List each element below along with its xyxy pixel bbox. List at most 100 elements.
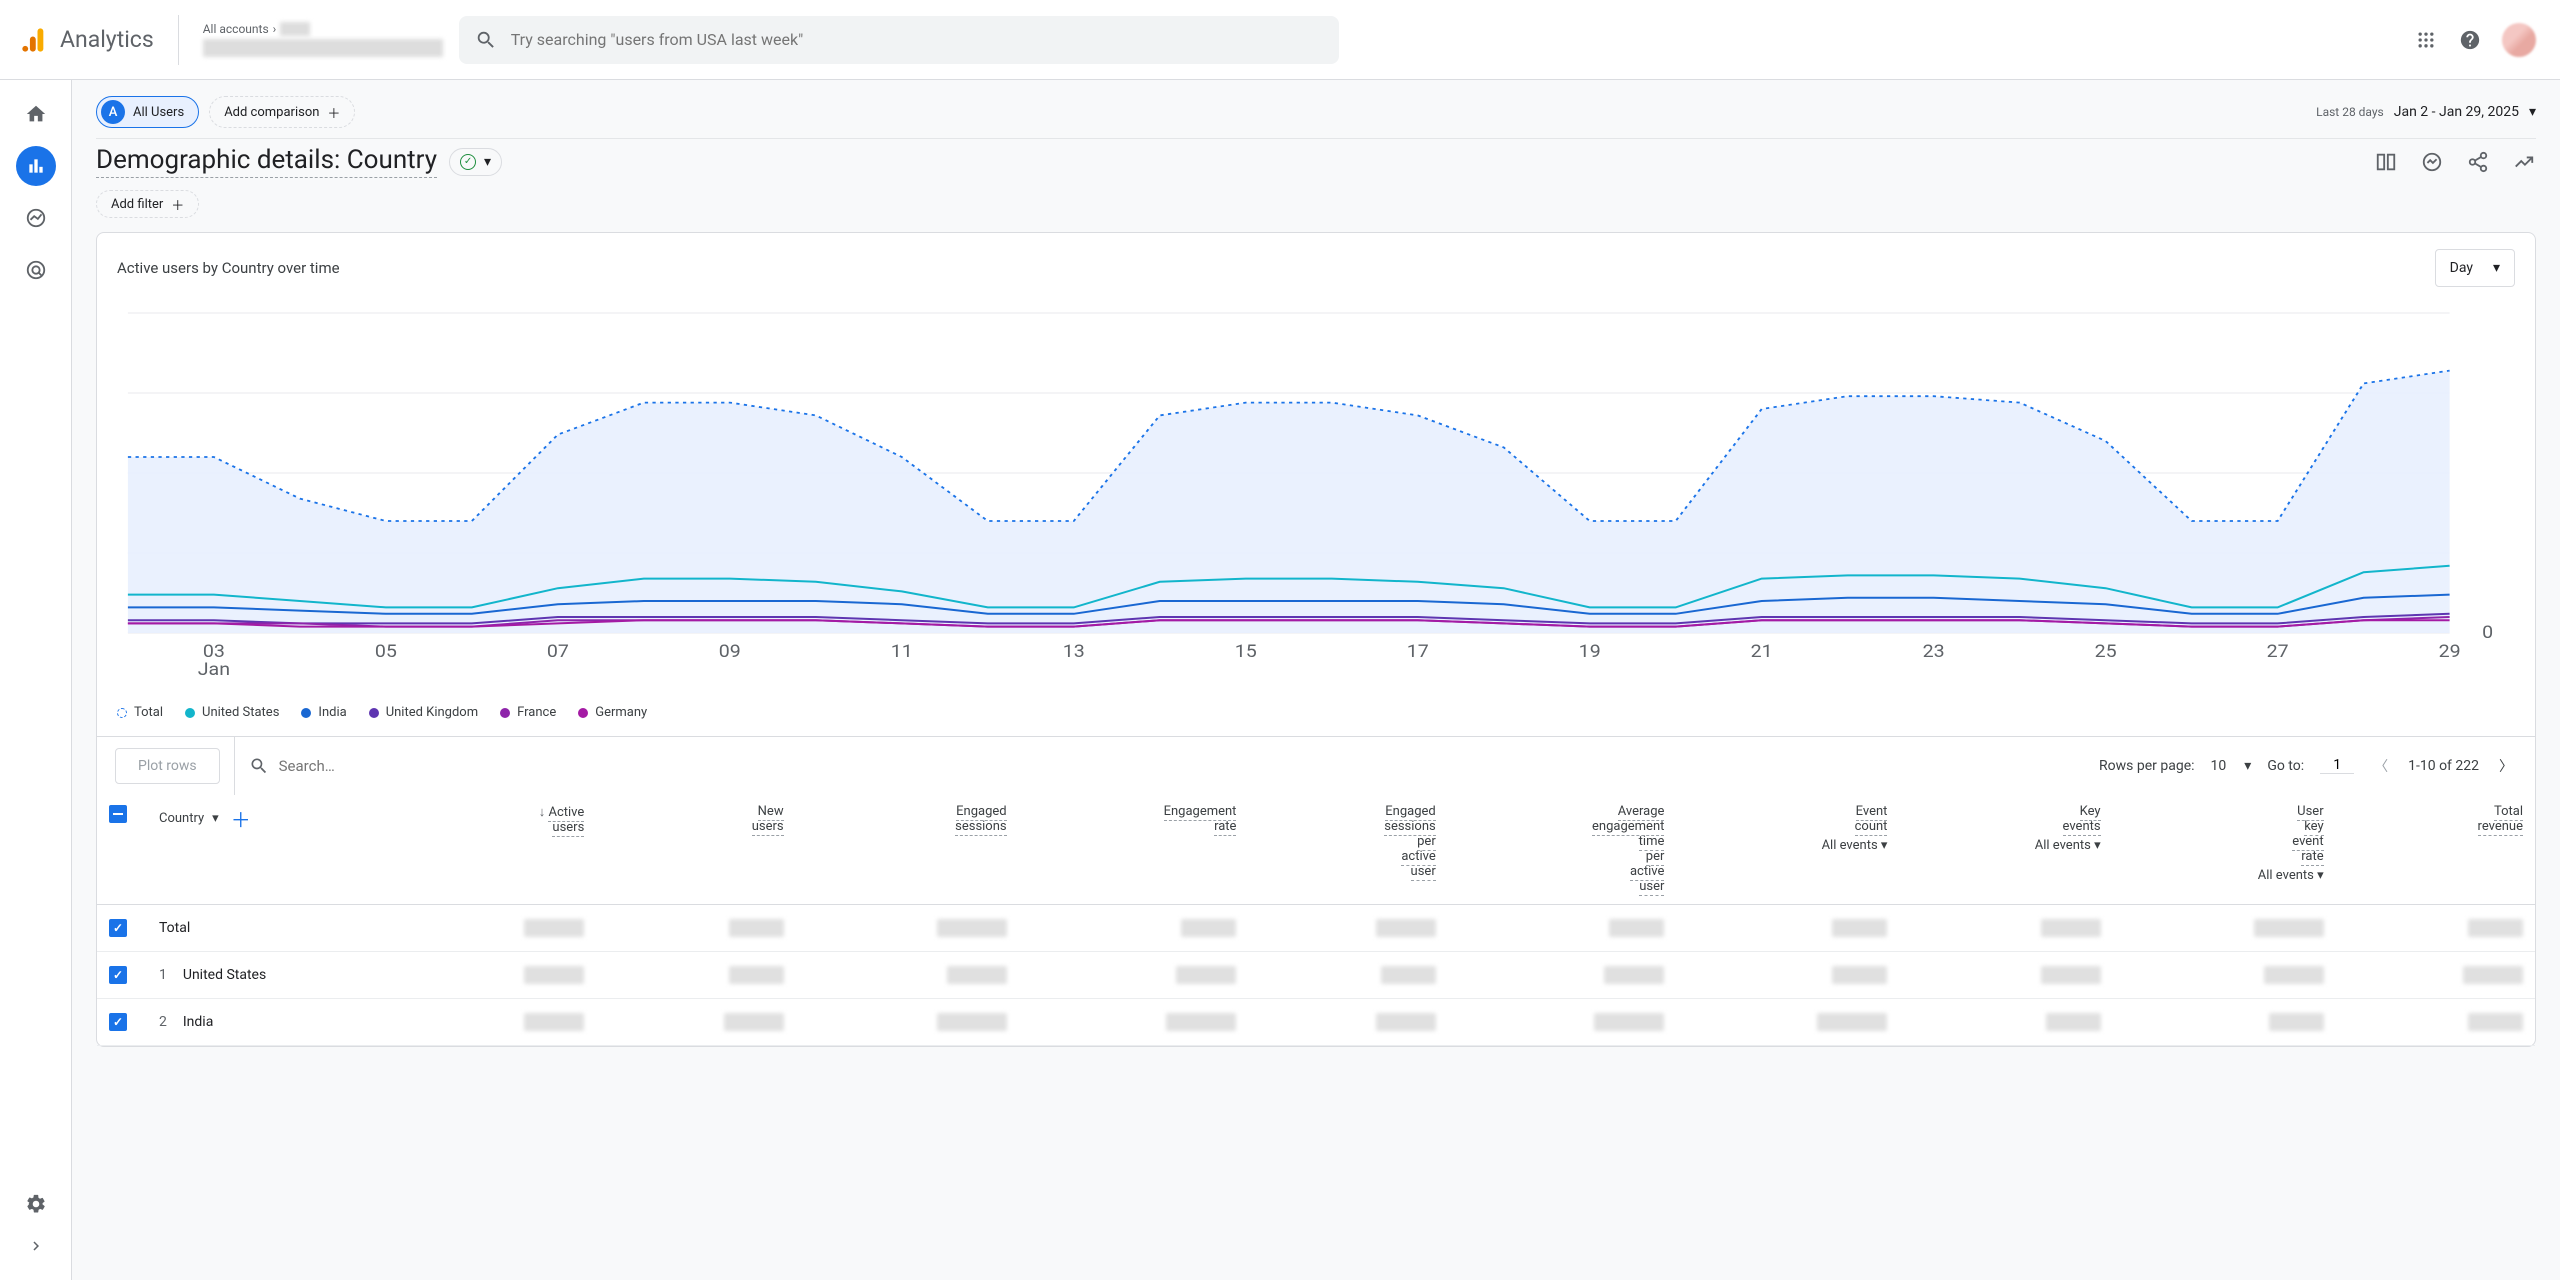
row-checkbox[interactable]	[109, 966, 127, 984]
column-header[interactable]: ↓ Activeusers	[397, 794, 596, 905]
metric-cell: xxxx	[596, 999, 795, 1046]
select-all-checkbox[interactable]	[109, 805, 127, 823]
table-search-input[interactable]	[279, 757, 2085, 775]
legend-item[interactable]: Germany	[578, 705, 647, 720]
metric-cell: xxxx	[2113, 999, 2336, 1046]
nav-expand[interactable]	[22, 1232, 50, 1260]
customize-report-icon[interactable]	[2374, 150, 2398, 174]
redacted-value: xxxx	[2041, 966, 2101, 984]
metric-filter[interactable]: All events ▾	[2035, 838, 2101, 853]
insights-icon[interactable]	[2420, 150, 2444, 174]
legend-item[interactable]: United Kingdom	[369, 705, 478, 720]
metric-cell: xxxx	[1899, 905, 2112, 952]
redacted-value: xxxx	[1609, 919, 1664, 937]
row-checkbox[interactable]	[109, 919, 127, 937]
line-chart[interactable]: 03Jan050709111315171921232527290	[117, 303, 2515, 683]
svg-text:05: 05	[375, 641, 397, 662]
granularity-select[interactable]: Day ▾	[2435, 249, 2515, 287]
svg-text:13: 13	[1063, 641, 1085, 662]
dimension-cell: 1United States	[147, 952, 397, 999]
metric-cell: xxxx	[596, 952, 795, 999]
column-header[interactable]: Averageengagementtimeperactiveuser	[1448, 794, 1677, 905]
nav-reports[interactable]	[16, 146, 56, 186]
column-header[interactable]: Totalrevenue	[2336, 794, 2535, 905]
search-icon	[475, 29, 497, 51]
column-header[interactable]: Engagementrate	[1019, 794, 1249, 905]
next-page-button[interactable]: 〉	[2495, 752, 2517, 780]
legend-item[interactable]: India	[301, 705, 346, 720]
column-header[interactable]: Engagedsessions	[796, 794, 1019, 905]
verify-chip[interactable]: ✓ ▾	[449, 148, 502, 176]
add-dimension-button[interactable]: ＋	[231, 804, 251, 833]
redacted-value: xxxx	[2269, 1013, 2324, 1031]
metric-filter[interactable]: All events ▾	[1822, 838, 1888, 853]
row-checkbox[interactable]	[109, 1013, 127, 1031]
property-redacted: xxxxxxxxxxxxxxxxxxx	[203, 39, 443, 57]
chevron-down-icon: ▾	[2244, 758, 2251, 774]
redacted-value: xxxx	[524, 1013, 584, 1031]
column-header[interactable]: Engagedsessionsperactiveuser	[1248, 794, 1447, 905]
share-icon[interactable]	[2466, 150, 2490, 174]
svg-text:07: 07	[547, 641, 569, 662]
table-row: 1United Statesxxxxxxxxxxxxxxxxxxxxxxxxxx…	[97, 952, 2535, 999]
analytics-logo-icon	[20, 26, 48, 54]
filter-row: Add filter ＋	[96, 190, 2536, 232]
nav-admin[interactable]	[16, 1184, 56, 1224]
metric-cell: xxxx	[796, 905, 1019, 952]
column-header[interactable]: EventcountAll events ▾	[1676, 794, 1899, 905]
plus-icon: ＋	[327, 103, 340, 122]
help-icon[interactable]	[2458, 28, 2482, 52]
plot-rows-button[interactable]: Plot rows	[115, 748, 220, 784]
search-box[interactable]	[459, 16, 1339, 64]
redacted-value: xxxx	[2463, 966, 2523, 984]
legend-item[interactable]: France	[500, 705, 556, 720]
legend-dot	[185, 708, 195, 718]
chevron-down-icon: ▾	[2529, 104, 2536, 120]
left-nav	[0, 80, 72, 1280]
legend-item[interactable]: Total	[117, 705, 163, 720]
rows-per-page-select[interactable]: 10▾	[2211, 758, 2252, 774]
search-input[interactable]	[511, 30, 1323, 49]
column-header[interactable]: KeyeventsAll events ▾	[1899, 794, 2112, 905]
add-comparison-button[interactable]: Add comparison ＋	[209, 96, 355, 128]
table-search[interactable]	[249, 756, 2085, 776]
user-avatar[interactable]	[2502, 23, 2536, 57]
trend-icon[interactable]	[2512, 150, 2536, 174]
legend-dot	[500, 708, 510, 718]
dimension-cell: Total	[147, 905, 397, 952]
prev-page-button[interactable]: 〈	[2370, 752, 2392, 780]
nav-explore[interactable]	[16, 198, 56, 238]
column-header[interactable]: Newusers	[596, 794, 795, 905]
svg-text:17: 17	[1407, 641, 1429, 662]
nav-advertising[interactable]	[16, 250, 56, 290]
redacted-value: xxxx	[1181, 919, 1236, 937]
breadcrumb-root: All accounts	[203, 22, 269, 36]
logo-block: Analytics	[12, 26, 154, 54]
metric-cell: xxxx	[1899, 952, 2112, 999]
metric-cell: xxxx	[1448, 999, 1677, 1046]
top-bar: Analytics All accounts › xxxxx xxxxxxxxx…	[0, 0, 2560, 80]
add-filter-button[interactable]: Add filter ＋	[96, 190, 199, 218]
pager: Rows per page: 10▾ Go to: 〈 1-10 of 222 …	[2099, 752, 2517, 780]
svg-text:29: 29	[2439, 641, 2461, 662]
date-range-picker[interactable]: Last 28 days Jan 2 - Jan 29, 2025 ▾	[2316, 104, 2536, 120]
page-title[interactable]: Demographic details: Country	[96, 145, 437, 178]
nav-home[interactable]	[16, 94, 56, 134]
legend-item[interactable]: United States	[185, 705, 279, 720]
metric-cell: xxxx	[397, 905, 596, 952]
check-icon: ✓	[460, 154, 476, 170]
goto-input[interactable]	[2320, 757, 2354, 774]
dimension-select[interactable]: Country ▾	[159, 811, 219, 826]
svg-text:19: 19	[1579, 641, 1601, 662]
metric-cell: xxxx	[1899, 999, 2112, 1046]
account-picker[interactable]: All accounts › xxxxx xxxxxxxxxxxxxxxxxxx	[203, 22, 443, 57]
apps-icon[interactable]	[2414, 28, 2438, 52]
svg-text:0: 0	[2482, 622, 2493, 643]
metric-cell: xxxx	[1676, 905, 1899, 952]
column-header[interactable]: UserkeyeventrateAll events ▾	[2113, 794, 2336, 905]
metric-filter[interactable]: All events ▾	[2258, 868, 2324, 883]
redacted-value: xxxx	[2468, 1013, 2523, 1031]
metric-cell: xxxx	[397, 952, 596, 999]
segment-all-users[interactable]: A All Users	[96, 96, 199, 128]
redacted-value: xxxx	[937, 919, 1007, 937]
